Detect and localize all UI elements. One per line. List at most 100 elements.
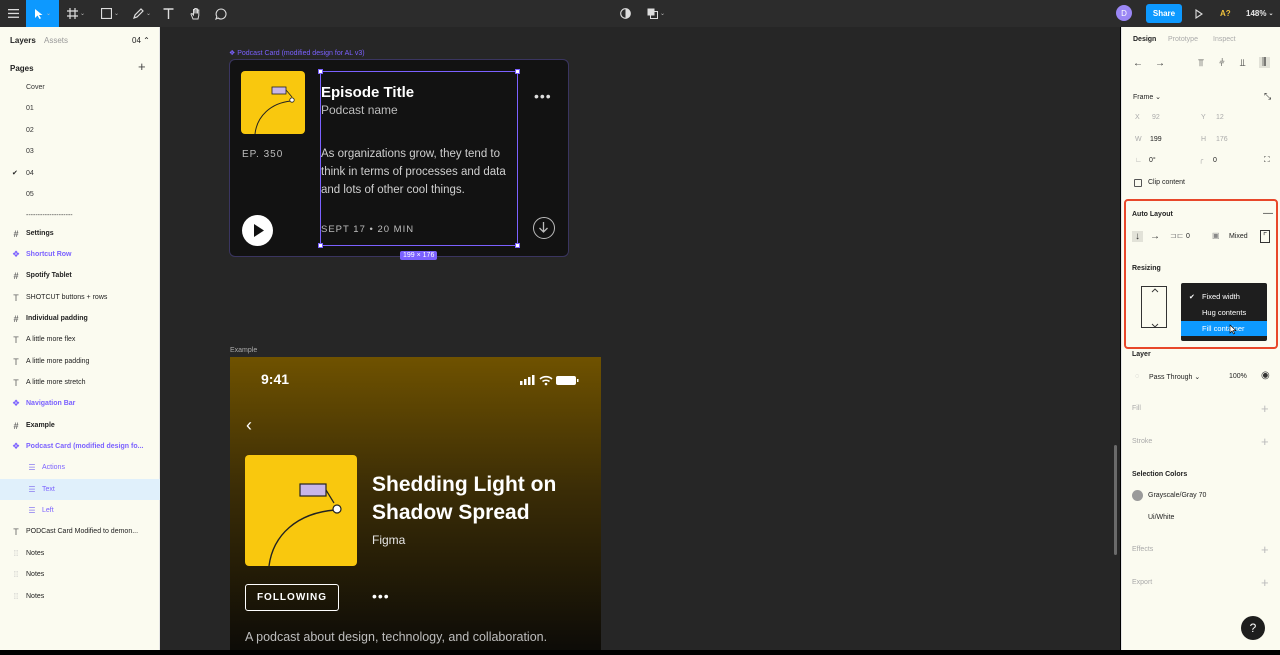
page-switcher[interactable]: 04 ⌃ [132,36,150,45]
layer-row[interactable]: # Individual padding [0,308,160,329]
theme-toggle[interactable] [616,0,634,27]
download-button[interactable] [533,217,555,239]
accessibility-badge[interactable]: A? [1220,0,1231,27]
tab-prototype[interactable]: Prototype [1168,36,1198,43]
example-frame-label[interactable]: Example [230,347,257,354]
resize-handle[interactable] [515,243,520,248]
boolean-menu-button[interactable]: ⌄ [644,0,668,27]
page-item[interactable]: 02 [26,127,34,139]
resizing-option-fill[interactable]: Fill container [1181,321,1267,336]
layer-row[interactable]: ❖ Podcast Card (modified design fo... [0,436,160,457]
remove-auto-layout-icon[interactable]: — [1263,208,1273,219]
layer-row[interactable]: T A little more stretch [0,372,160,393]
example-frame[interactable]: 9:41 ‹ Shedding Light on Shadow Spread F… [230,357,601,650]
tab-assets[interactable]: Assets [44,36,68,45]
podcast-card[interactable]: Episode Title Podcast name EP. 350 As or… [229,59,569,260]
canvas[interactable]: ❖ Podcast Card (modified design for AL v… [160,27,1120,650]
layer-row[interactable]: T A little more padding [0,351,160,372]
padding-input[interactable]: Mixed [1229,233,1248,240]
layer-row[interactable]: ☰ Actions [0,457,160,478]
layer-row[interactable]: ❖ Shortcut Row [0,244,160,265]
rotation-input[interactable]: 0° [1149,157,1156,164]
layer-row[interactable]: ⁞⁞ Notes [0,586,160,607]
layer-row[interactable]: # Settings [0,223,160,244]
play-button[interactable] [242,215,273,246]
spacing-input[interactable]: 0 [1186,233,1190,240]
resize-handle[interactable] [318,243,323,248]
layer-row[interactable]: # Spotify Tablet [0,265,160,286]
eye-icon[interactable]: ◉ [1261,370,1270,381]
layer-row-selected[interactable]: ☰ Text [0,479,160,500]
hand-tool-button[interactable] [185,0,205,27]
help-button[interactable]: ? [1241,616,1265,640]
user-avatar[interactable]: D [1116,5,1132,21]
back-chevron-icon[interactable]: ‹ [246,415,252,436]
opacity-input[interactable]: 100% [1229,373,1247,380]
color-name[interactable]: Ui/White [1148,514,1174,521]
resizing-preview[interactable] [1141,286,1167,328]
tab-inspect[interactable]: Inspect [1213,36,1236,43]
align-top-icon[interactable]: ⫪ [1198,58,1204,69]
page-item-current[interactable]: 04 [26,170,34,182]
more-options-icon[interactable]: ••• [372,588,390,604]
h-input[interactable]: 176 [1216,136,1228,143]
resizing-option-fixed[interactable]: ✔ Fixed width [1181,289,1267,304]
color-name[interactable]: Grayscale/Gray 70 [1148,492,1206,499]
add-fill-button[interactable]: + [1261,402,1269,415]
layer-row[interactable]: ☰ Left [0,500,160,521]
clip-content-checkbox[interactable] [1134,179,1142,187]
add-effect-button[interactable]: + [1261,543,1269,556]
text-tool-button[interactable] [158,0,178,27]
add-stroke-button[interactable]: + [1261,435,1269,448]
tab-design[interactable]: Design [1133,36,1156,43]
vertical-direction-icon[interactable]: ↓ [1132,231,1143,242]
main-menu-button[interactable] [0,0,26,27]
page-item[interactable]: 05 [26,191,34,203]
horizontal-direction-icon[interactable]: → [1150,231,1160,242]
layer-row[interactable]: ❖ Navigation Bar [0,393,160,414]
layer-row[interactable]: T A little more flex [0,329,160,350]
align-bottom-icon[interactable]: ⫫ [1240,58,1246,69]
add-export-button[interactable]: + [1261,576,1269,589]
resizing-dropdown[interactable]: ✔ Fixed width Hug contents Fill container [1181,283,1267,341]
layer-row[interactable]: T SHOTCUT buttons + rows [0,287,160,308]
resize-handle[interactable] [318,69,323,74]
arrow-left-icon[interactable]: ← [1133,58,1143,69]
y-input[interactable]: 12 [1216,114,1224,121]
page-item[interactable]: Cover [26,84,45,96]
tab-layers[interactable]: Layers [10,36,36,45]
move-tool-button[interactable]: ⌄ [26,0,59,27]
layer-row[interactable]: T PODCast Card Modified to demon... [0,521,160,542]
align-middle-icon[interactable]: ⫩ [1219,58,1225,69]
following-button[interactable]: FOLLOWING [245,584,339,611]
layer-row[interactable]: ⁞⁞ Notes [0,543,160,564]
layer-row[interactable]: # Example [0,415,160,436]
shape-tool-button[interactable]: ⌄ [96,0,124,27]
frame-tool-button[interactable]: ⌄ [62,0,90,27]
blend-mode-select[interactable]: Pass Through ⌄ [1149,373,1200,381]
more-options-icon[interactable]: ••• [534,88,552,104]
add-page-button[interactable]: + [138,60,146,73]
pen-tool-button[interactable]: ⌄ [128,0,156,27]
independent-corners-icon[interactable]: ⛶ [1264,155,1270,165]
zoom-menu[interactable]: 148% ⌄ [1246,0,1274,27]
fit-icon[interactable]: ⤡ [1264,91,1271,102]
x-input[interactable]: 92 [1152,114,1160,121]
card-frame-label[interactable]: ❖ Podcast Card (modified design for AL v… [229,49,365,57]
selection-box[interactable] [320,71,518,246]
share-button[interactable]: Share [1146,4,1182,23]
alignment-grid-icon[interactable]: ⌜ [1260,230,1271,243]
color-swatch[interactable] [1132,490,1143,501]
page-item[interactable]: 01 [26,105,34,117]
layer-row[interactable]: ⁞⁞ Notes [0,564,160,585]
distribute-icon[interactable]: ⫼ [1259,57,1270,68]
present-button[interactable] [1192,0,1206,27]
resize-handle[interactable] [515,69,520,74]
arrow-right-icon[interactable]: → [1155,58,1165,69]
canvas-scrollbar[interactable] [1114,445,1117,555]
resizing-option-hug[interactable]: Hug contents [1181,305,1267,320]
w-input[interactable]: 199 [1150,136,1162,143]
corner-radius-input[interactable]: 0 [1213,157,1217,164]
frame-type-select[interactable]: Frame ⌄ [1133,93,1161,101]
comment-tool-button[interactable] [211,0,231,27]
